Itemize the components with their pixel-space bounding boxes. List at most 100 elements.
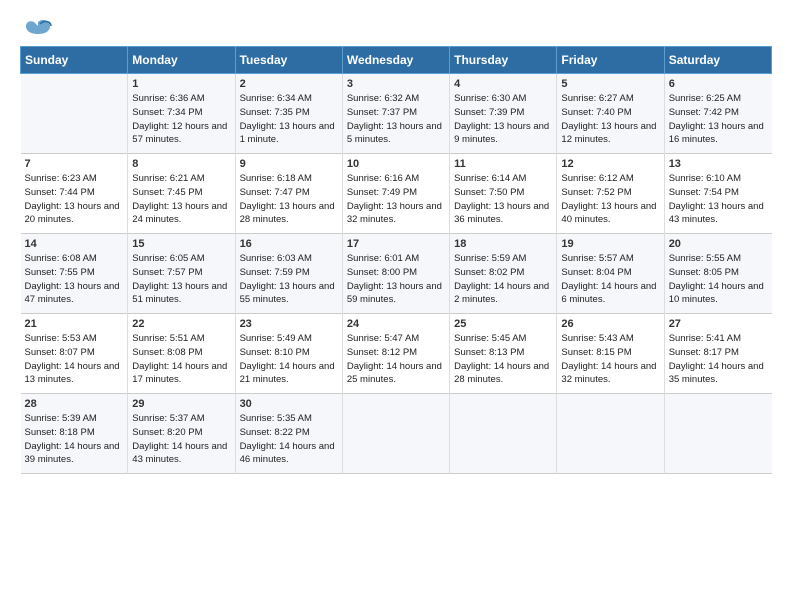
sunset-text: Sunset: 8:04 PM	[561, 266, 659, 280]
day-number: 21	[25, 318, 124, 330]
cell-2-1: 7 Sunrise: 6:23 AM Sunset: 7:44 PM Dayli…	[21, 154, 128, 234]
sunrise-text: Sunrise: 6:08 AM	[25, 252, 124, 266]
cell-1-6: 5 Sunrise: 6:27 AM Sunset: 7:40 PM Dayli…	[557, 74, 664, 154]
sunrise-text: Sunrise: 6:10 AM	[669, 172, 768, 186]
header	[20, 18, 772, 38]
cell-info: Sunrise: 6:03 AM Sunset: 7:59 PM Dayligh…	[240, 252, 338, 307]
sunset-text: Sunset: 8:07 PM	[25, 346, 124, 360]
day-number: 16	[240, 238, 338, 250]
daylight-text: Daylight: 14 hours and 35 minutes.	[669, 360, 768, 388]
sunrise-text: Sunrise: 5:45 AM	[454, 332, 552, 346]
sunrise-text: Sunrise: 6:14 AM	[454, 172, 552, 186]
day-number: 12	[561, 158, 659, 170]
sunrise-text: Sunrise: 6:12 AM	[561, 172, 659, 186]
daylight-text: Daylight: 13 hours and 12 minutes.	[561, 120, 659, 148]
cell-1-5: 4 Sunrise: 6:30 AM Sunset: 7:39 PM Dayli…	[450, 74, 557, 154]
week-row-2: 7 Sunrise: 6:23 AM Sunset: 7:44 PM Dayli…	[21, 154, 772, 234]
cell-4-1: 21 Sunrise: 5:53 AM Sunset: 8:07 PM Dayl…	[21, 314, 128, 394]
daylight-text: Daylight: 14 hours and 17 minutes.	[132, 360, 230, 388]
sunset-text: Sunset: 7:54 PM	[669, 186, 768, 200]
daylight-text: Daylight: 13 hours and 55 minutes.	[240, 280, 338, 308]
sunrise-text: Sunrise: 5:57 AM	[561, 252, 659, 266]
daylight-text: Daylight: 14 hours and 39 minutes.	[25, 440, 124, 468]
sunrise-text: Sunrise: 5:43 AM	[561, 332, 659, 346]
cell-info: Sunrise: 6:21 AM Sunset: 7:45 PM Dayligh…	[132, 172, 230, 227]
cell-5-6	[557, 394, 664, 474]
cell-5-7	[664, 394, 771, 474]
cell-info: Sunrise: 6:34 AM Sunset: 7:35 PM Dayligh…	[240, 92, 338, 147]
daylight-text: Daylight: 14 hours and 21 minutes.	[240, 360, 338, 388]
cell-5-1: 28 Sunrise: 5:39 AM Sunset: 8:18 PM Dayl…	[21, 394, 128, 474]
sunrise-text: Sunrise: 5:49 AM	[240, 332, 338, 346]
cell-2-5: 11 Sunrise: 6:14 AM Sunset: 7:50 PM Dayl…	[450, 154, 557, 234]
sunset-text: Sunset: 7:37 PM	[347, 106, 445, 120]
day-number: 2	[240, 78, 338, 90]
sunset-text: Sunset: 7:40 PM	[561, 106, 659, 120]
daylight-text: Daylight: 13 hours and 36 minutes.	[454, 200, 552, 228]
cell-3-6: 19 Sunrise: 5:57 AM Sunset: 8:04 PM Dayl…	[557, 234, 664, 314]
sunset-text: Sunset: 7:34 PM	[132, 106, 230, 120]
daylight-text: Daylight: 14 hours and 13 minutes.	[25, 360, 124, 388]
day-number: 9	[240, 158, 338, 170]
cell-1-2: 1 Sunrise: 6:36 AM Sunset: 7:34 PM Dayli…	[128, 74, 235, 154]
sunrise-text: Sunrise: 6:34 AM	[240, 92, 338, 106]
sunrise-text: Sunrise: 5:37 AM	[132, 412, 230, 426]
cell-4-7: 27 Sunrise: 5:41 AM Sunset: 8:17 PM Dayl…	[664, 314, 771, 394]
sunrise-text: Sunrise: 5:55 AM	[669, 252, 768, 266]
cell-info: Sunrise: 5:53 AM Sunset: 8:07 PM Dayligh…	[25, 332, 124, 387]
cell-3-5: 18 Sunrise: 5:59 AM Sunset: 8:02 PM Dayl…	[450, 234, 557, 314]
sunrise-text: Sunrise: 6:21 AM	[132, 172, 230, 186]
sunrise-text: Sunrise: 6:27 AM	[561, 92, 659, 106]
cell-info: Sunrise: 6:32 AM Sunset: 7:37 PM Dayligh…	[347, 92, 445, 147]
column-header-friday: Friday	[557, 47, 664, 74]
week-row-1: 1 Sunrise: 6:36 AM Sunset: 7:34 PM Dayli…	[21, 74, 772, 154]
cell-5-5	[450, 394, 557, 474]
column-header-tuesday: Tuesday	[235, 47, 342, 74]
header-row: SundayMondayTuesdayWednesdayThursdayFrid…	[21, 47, 772, 74]
sunrise-text: Sunrise: 6:05 AM	[132, 252, 230, 266]
sunrise-text: Sunrise: 6:32 AM	[347, 92, 445, 106]
cell-info: Sunrise: 6:08 AM Sunset: 7:55 PM Dayligh…	[25, 252, 124, 307]
daylight-text: Daylight: 13 hours and 28 minutes.	[240, 200, 338, 228]
cell-info: Sunrise: 5:49 AM Sunset: 8:10 PM Dayligh…	[240, 332, 338, 387]
sunset-text: Sunset: 8:00 PM	[347, 266, 445, 280]
sunset-text: Sunset: 7:35 PM	[240, 106, 338, 120]
day-number: 8	[132, 158, 230, 170]
logo-bird-icon	[24, 18, 52, 38]
calendar-table: SundayMondayTuesdayWednesdayThursdayFrid…	[20, 46, 772, 474]
day-number: 4	[454, 78, 552, 90]
cell-4-2: 22 Sunrise: 5:51 AM Sunset: 8:08 PM Dayl…	[128, 314, 235, 394]
sunrise-text: Sunrise: 5:59 AM	[454, 252, 552, 266]
cell-1-1	[21, 74, 128, 154]
cell-2-4: 10 Sunrise: 6:16 AM Sunset: 7:49 PM Dayl…	[342, 154, 449, 234]
cell-2-7: 13 Sunrise: 6:10 AM Sunset: 7:54 PM Dayl…	[664, 154, 771, 234]
daylight-text: Daylight: 14 hours and 46 minutes.	[240, 440, 338, 468]
cell-info: Sunrise: 5:55 AM Sunset: 8:05 PM Dayligh…	[669, 252, 768, 307]
sunset-text: Sunset: 8:22 PM	[240, 426, 338, 440]
sunrise-text: Sunrise: 6:16 AM	[347, 172, 445, 186]
sunset-text: Sunset: 7:57 PM	[132, 266, 230, 280]
cell-info: Sunrise: 6:36 AM Sunset: 7:34 PM Dayligh…	[132, 92, 230, 147]
calendar-body: 1 Sunrise: 6:36 AM Sunset: 7:34 PM Dayli…	[21, 74, 772, 474]
day-number: 15	[132, 238, 230, 250]
day-number: 19	[561, 238, 659, 250]
sunset-text: Sunset: 7:42 PM	[669, 106, 768, 120]
cell-3-3: 16 Sunrise: 6:03 AM Sunset: 7:59 PM Dayl…	[235, 234, 342, 314]
week-row-3: 14 Sunrise: 6:08 AM Sunset: 7:55 PM Dayl…	[21, 234, 772, 314]
daylight-text: Daylight: 14 hours and 32 minutes.	[561, 360, 659, 388]
cell-2-2: 8 Sunrise: 6:21 AM Sunset: 7:45 PM Dayli…	[128, 154, 235, 234]
sunrise-text: Sunrise: 5:35 AM	[240, 412, 338, 426]
day-number: 27	[669, 318, 768, 330]
column-header-thursday: Thursday	[450, 47, 557, 74]
sunset-text: Sunset: 7:39 PM	[454, 106, 552, 120]
day-number: 30	[240, 398, 338, 410]
daylight-text: Daylight: 13 hours and 47 minutes.	[25, 280, 124, 308]
column-header-saturday: Saturday	[664, 47, 771, 74]
cell-2-6: 12 Sunrise: 6:12 AM Sunset: 7:52 PM Dayl…	[557, 154, 664, 234]
sunset-text: Sunset: 7:55 PM	[25, 266, 124, 280]
sunset-text: Sunset: 7:50 PM	[454, 186, 552, 200]
cell-5-2: 29 Sunrise: 5:37 AM Sunset: 8:20 PM Dayl…	[128, 394, 235, 474]
day-number: 14	[25, 238, 124, 250]
sunrise-text: Sunrise: 6:30 AM	[454, 92, 552, 106]
sunset-text: Sunset: 8:02 PM	[454, 266, 552, 280]
